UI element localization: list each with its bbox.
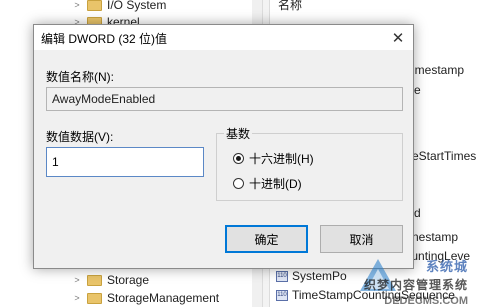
dialog-titlebar[interactable]: 编辑 DWORD (32 位)值 ✕: [34, 25, 413, 50]
value-name-label: 数值名称(N):: [46, 70, 114, 84]
watermark-text-1: 系统城: [425, 259, 468, 274]
list-item-label: SystemPo: [292, 269, 347, 283]
tree-item-label: Storage: [107, 273, 150, 287]
chevron-right-icon[interactable]: >: [72, 275, 82, 285]
base-groupbox: 基数 十六进制(H) 十进制(D): [216, 125, 403, 201]
edit-dword-dialog: 编辑 DWORD (32 位)值 ✕ 数值名称(N): AwayModeEnab…: [33, 24, 414, 269]
hex-radio-option[interactable]: 十六进制(H): [233, 150, 314, 167]
folder-icon: [87, 0, 102, 11]
list-item[interactable]: e: [414, 82, 421, 98]
value-data-label: 数值数据(V):: [46, 130, 114, 144]
registry-value-icon: 110: [276, 289, 288, 301]
list-item[interactable]: nestamp: [412, 229, 458, 245]
list-item-label: nestamp: [412, 230, 459, 244]
list-header[interactable]: 名称: [278, 0, 302, 12]
value-data-input[interactable]: [46, 147, 204, 177]
watermark-text-2: 织梦内容管理系统: [363, 278, 468, 292]
folder-icon: [87, 292, 102, 304]
list-item[interactable]: eStartTimes: [412, 148, 476, 164]
watermark-text-3: DEDECMS.COM: [384, 295, 468, 307]
tree-item-label: I/O System: [107, 0, 167, 12]
radio-checked-icon[interactable]: [233, 153, 244, 164]
watermark-logo: 系统城 织梦内容管理系统 DEDECMS.COM: [358, 249, 476, 307]
dialog-title: 编辑 DWORD (32 位)值: [41, 32, 168, 46]
base-label: 基数: [224, 125, 253, 142]
list-item[interactable]: d: [414, 205, 421, 221]
list-item-label: d: [414, 206, 421, 220]
ok-button[interactable]: 确定: [225, 225, 308, 253]
value-name-field[interactable]: AwayModeEnabled: [46, 87, 403, 111]
chevron-right-icon[interactable]: >: [72, 0, 82, 10]
close-icon[interactable]: ✕: [383, 25, 413, 50]
radio-unchecked-icon[interactable]: [233, 178, 244, 189]
decimal-radio-option[interactable]: 十进制(D): [233, 175, 302, 192]
decimal-radio-label: 十进制(D): [249, 177, 302, 191]
tree-item[interactable]: > I/O System: [72, 0, 166, 14]
name-column-header: 名称: [278, 0, 303, 12]
list-item[interactable]: 110 SystemPo: [276, 268, 347, 284]
folder-icon: [87, 274, 102, 286]
tree-item[interactable]: > Storage: [72, 271, 149, 289]
list-item-label: e: [414, 83, 421, 97]
chevron-right-icon[interactable]: >: [72, 293, 82, 303]
list-item[interactable]: imestamp: [412, 62, 464, 78]
list-item-label: imestamp: [412, 63, 465, 77]
hex-radio-label: 十六进制(H): [249, 152, 314, 166]
registry-value-icon: 110: [276, 270, 288, 282]
list-item-label: eStartTimes: [412, 149, 477, 163]
tree-item-label: StorageManagement: [107, 291, 220, 305]
tree-item[interactable]: > StorageManagement: [72, 289, 219, 307]
